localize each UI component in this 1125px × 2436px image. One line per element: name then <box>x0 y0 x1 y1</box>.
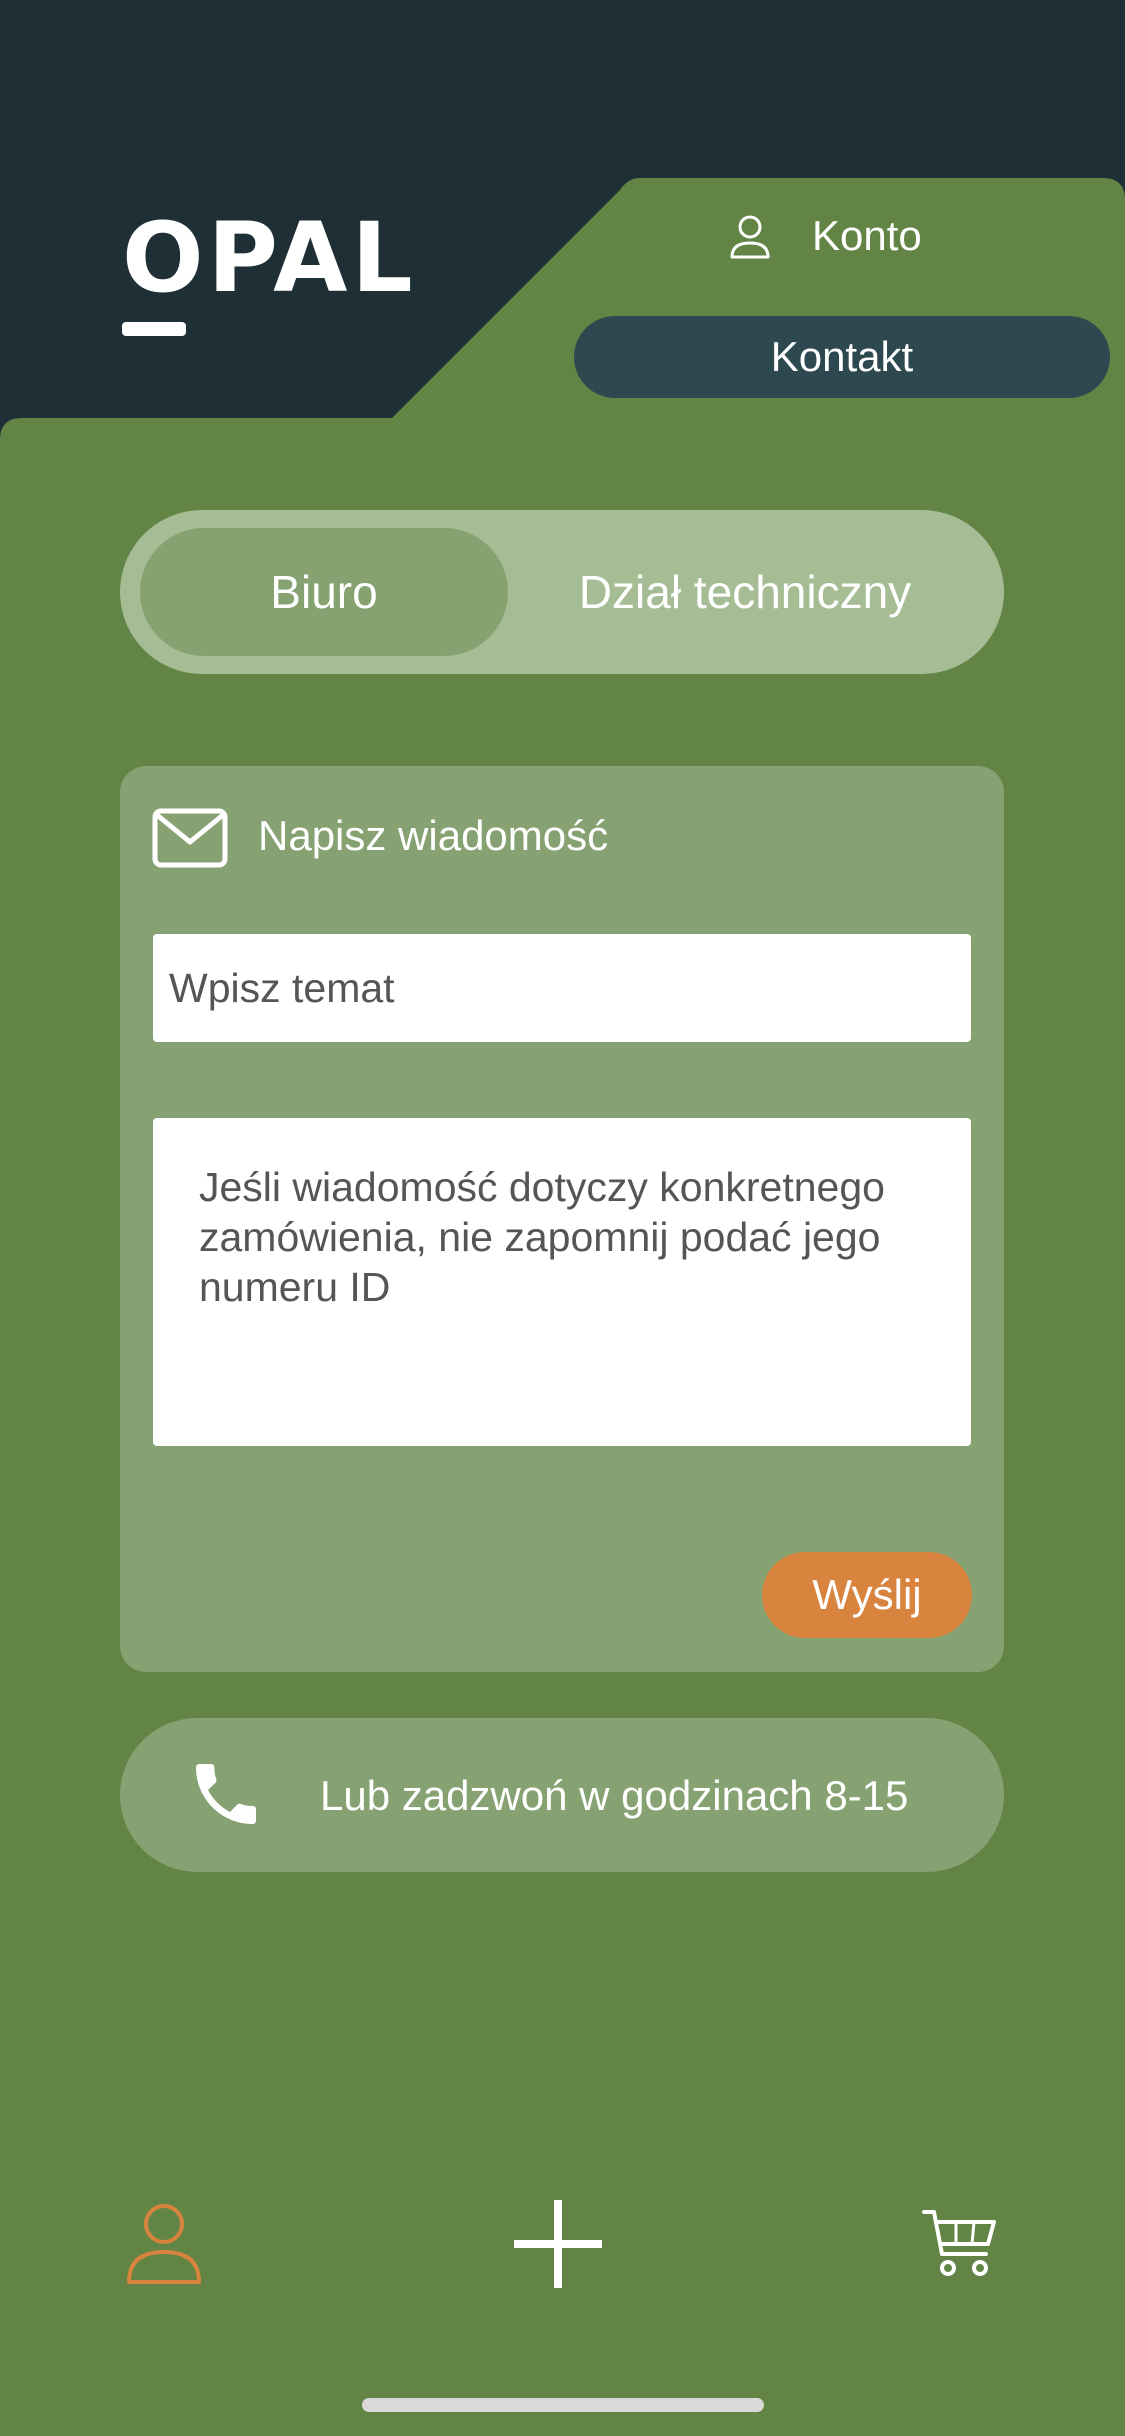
user-icon <box>730 215 770 259</box>
tab-technical[interactable]: Dział techniczny <box>530 528 960 656</box>
envelope-icon <box>152 808 228 868</box>
message-card-title: Napisz wiadomość <box>258 812 609 859</box>
message-textarea[interactable]: Jeśli wiadomość dotyczy konkretnego zamó… <box>153 1118 971 1446</box>
account-link[interactable]: Konto <box>730 210 922 262</box>
logo-underline <box>122 322 186 336</box>
tab-office[interactable]: Biuro <box>140 528 508 656</box>
nav-cart-icon[interactable] <box>922 2208 998 2280</box>
phone-hours-text: Lub zadzwoń w godzinach 8-15 <box>320 1772 909 1819</box>
subject-input[interactable]: Wpisz temat <box>153 934 971 1042</box>
brand-logo: OPAL <box>122 202 417 314</box>
phone-icon <box>196 1764 256 1824</box>
home-indicator <box>362 2398 764 2412</box>
nav-user-icon[interactable] <box>126 2202 202 2286</box>
account-label: Konto <box>812 212 922 259</box>
contact-button[interactable]: Kontakt <box>574 316 1110 398</box>
send-button[interactable]: Wyślij <box>762 1552 972 1638</box>
nav-plus-icon[interactable] <box>514 2200 602 2288</box>
